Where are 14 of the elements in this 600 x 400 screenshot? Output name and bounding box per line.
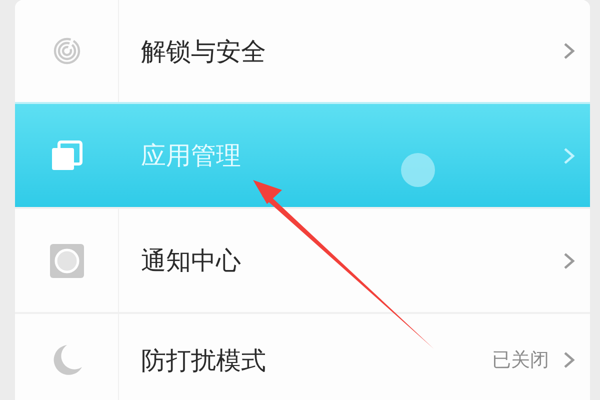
squares-icon: [50, 140, 84, 172]
settings-item[interactable]: 防打扰模式 已关闭: [15, 312, 590, 400]
item-label: 防打扰模式: [141, 344, 266, 376]
chevron-icon: [563, 42, 575, 60]
chevron-icon: [563, 252, 575, 270]
settings-item[interactable]: 通知中心: [15, 207, 590, 312]
item-label: 解锁与安全: [141, 36, 266, 68]
item-label: 通知中心: [141, 245, 241, 277]
touch-indicator: [401, 153, 435, 187]
settings-item[interactable]: 解锁与安全: [15, 0, 590, 102]
chevron-icon: [563, 146, 575, 164]
item-value: 已关闭: [492, 348, 549, 373]
chevron-icon: [563, 351, 575, 369]
item-label: 应用管理: [141, 140, 241, 172]
